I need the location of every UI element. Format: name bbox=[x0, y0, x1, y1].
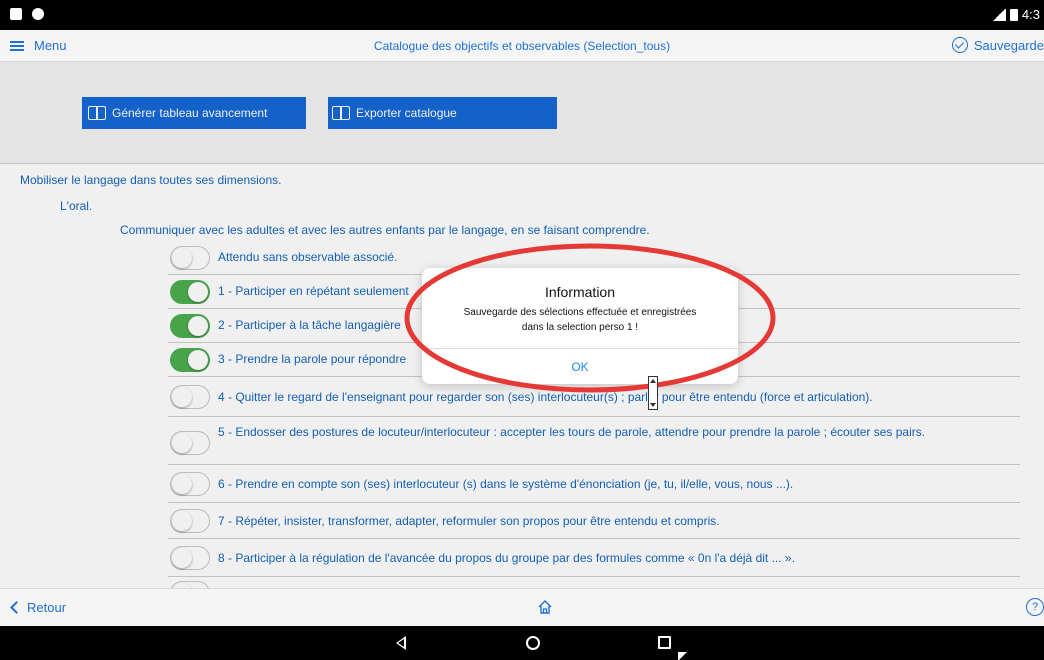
home-icon[interactable] bbox=[537, 599, 553, 615]
nav-back-icon[interactable] bbox=[396, 636, 406, 650]
android-icon bbox=[32, 8, 44, 20]
dialog-message: Sauvegarde des sélections effectuée et e… bbox=[442, 305, 718, 335]
nav-recent-apps-icon[interactable] bbox=[658, 636, 671, 649]
signal-icon bbox=[991, 8, 1006, 21]
scroll-handle[interactable] bbox=[648, 376, 658, 410]
help-icon[interactable]: ? bbox=[1026, 598, 1044, 616]
system-nav-bar bbox=[0, 626, 1044, 660]
page-title: Catalogue des objectifs et observables (… bbox=[373, 39, 671, 53]
status-time: 4:3 bbox=[1021, 7, 1040, 22]
check-circle-icon bbox=[951, 37, 968, 53]
mouse-cursor-icon bbox=[678, 652, 687, 660]
information-dialog: Information Sauvegarde des sélections ef… bbox=[422, 268, 738, 384]
back-label: Retour bbox=[27, 600, 67, 615]
save-label: Sauvegarde bbox=[973, 37, 1044, 53]
nav-home-icon[interactable] bbox=[526, 636, 540, 650]
status-bar: 4:3 bbox=[0, 0, 1044, 30]
dialog-title: Information bbox=[544, 284, 616, 300]
bottom-toolbar: Retour ? bbox=[0, 588, 1044, 626]
dialog-divider bbox=[422, 348, 738, 349]
ok-button[interactable]: OK bbox=[422, 360, 738, 374]
dialog-message-line: dans la selection perso 1 ! bbox=[521, 322, 639, 333]
battery-icon bbox=[1009, 8, 1018, 21]
save-button[interactable]: Sauvegarde bbox=[951, 37, 1044, 53]
notification-icon bbox=[10, 8, 22, 20]
app-header: Menu Catalogue des objectifs et observab… bbox=[0, 30, 1044, 62]
dialog-message-line: Sauvegarde des sélections effectuée et e… bbox=[463, 307, 697, 318]
back-button[interactable]: Retour bbox=[10, 600, 67, 615]
chevron-left-icon bbox=[10, 601, 23, 614]
